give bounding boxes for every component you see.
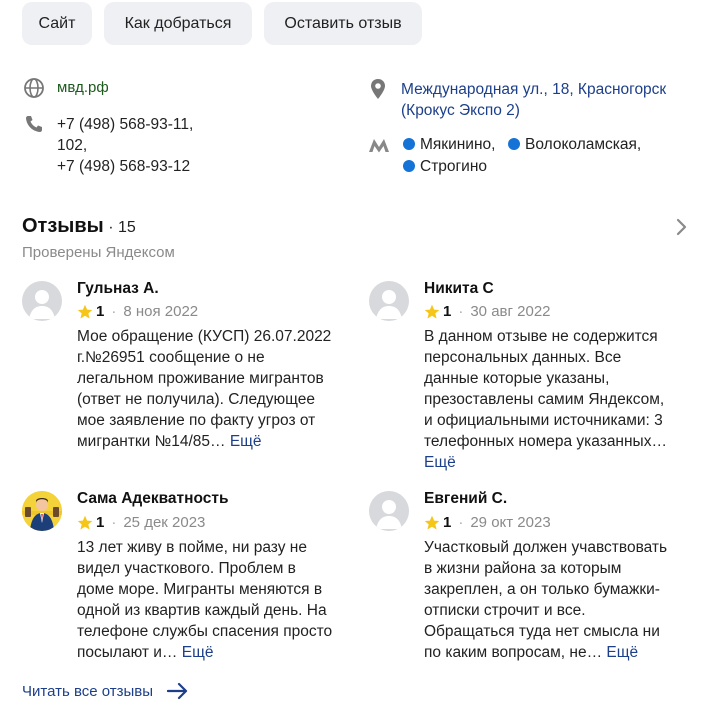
review-author[interactable]: Сама Адекватность — [77, 490, 229, 508]
review-author[interactable]: Евгений С. — [424, 490, 507, 508]
metro-line-dot — [403, 160, 415, 172]
review-author[interactable]: Никита С — [424, 280, 494, 298]
user-avatar-image — [22, 491, 62, 531]
reviews-verified-note: Проверены Яндексом — [22, 244, 175, 261]
review-date: 30 авг 2022 — [470, 303, 551, 320]
rating-separator: · — [458, 514, 464, 531]
star-icon — [77, 304, 93, 318]
read-all-reviews-link[interactable]: Читать все отзывы — [22, 682, 189, 700]
star-icon — [77, 515, 93, 529]
avatar — [369, 491, 409, 531]
metro-station-2: Волоколамская, — [508, 134, 641, 155]
review-more-link[interactable]: Ещё — [182, 644, 214, 661]
route-button[interactable]: Как добраться — [104, 2, 252, 45]
phone-extension: 102, — [57, 137, 88, 154]
review-rating: 1 · 25 дек 2023 — [77, 514, 205, 531]
website-link[interactable]: мвд.рф — [57, 79, 109, 96]
metro-line-dot — [403, 138, 415, 150]
address-line[interactable]: Международная ул., 18, Красногорск — [401, 79, 666, 100]
avatar — [22, 491, 62, 531]
location-pin-icon — [371, 79, 385, 99]
phone-number-1[interactable]: +7 (498) 568-93-11, — [57, 114, 193, 135]
metro-station-3: Строгино — [403, 156, 487, 177]
review-rating: 1 · 29 окт 2023 — [424, 514, 551, 531]
reviews-heading[interactable]: Отзывы · 15 — [22, 215, 136, 238]
review-date: 29 окт 2023 — [470, 514, 551, 531]
review-rating: 1 · 8 ноя 2022 — [77, 303, 198, 320]
user-placeholder-icon — [376, 290, 402, 319]
address-landmark[interactable]: (Крокус Экспо 2) — [401, 100, 520, 121]
phone-number-2[interactable]: +7 (498) 568-93-12 — [57, 156, 190, 177]
star-icon — [424, 304, 440, 318]
rating-separator: · — [111, 303, 117, 320]
read-all-label: Читать все отзывы — [22, 682, 154, 700]
rating-separator: · — [111, 514, 117, 531]
review-text: Мое обращение (КУСП) 26.07.2022 г.№26951… — [77, 328, 332, 450]
review-more-link[interactable]: Ещё — [230, 433, 262, 450]
review-date: 25 дек 2023 — [123, 514, 206, 531]
review-text: В данном отзыве не содержится персональн… — [424, 328, 667, 471]
rating-value: 1 — [443, 303, 452, 320]
avatar — [22, 281, 62, 321]
arrow-right-icon — [167, 682, 188, 700]
review-date: 8 ноя 2022 — [123, 303, 199, 320]
rating-value: 1 — [443, 514, 452, 531]
globe-icon — [24, 78, 44, 98]
phone-icon — [26, 116, 42, 132]
user-placeholder-icon — [376, 500, 402, 529]
avatar — [369, 281, 409, 321]
metro-icon — [369, 139, 389, 153]
review-author[interactable]: Гульназ А. — [77, 280, 159, 298]
review-text: Участковый должен учавствовать в жизни р… — [424, 539, 668, 661]
rating-value: 1 — [96, 303, 105, 320]
review-rating: 1 · 30 авг 2022 — [424, 303, 551, 320]
star-icon — [424, 515, 440, 529]
chevron-right-icon[interactable] — [675, 218, 689, 236]
review-text: 13 лет живу в пойме, ни разу не видел уч… — [77, 539, 333, 661]
rating-separator: · — [458, 303, 464, 320]
rating-value: 1 — [96, 514, 105, 531]
review-more-link[interactable]: Ещё — [606, 644, 638, 661]
site-button[interactable]: Сайт — [22, 2, 92, 45]
user-placeholder-icon — [29, 290, 55, 319]
metro-station-1: Мякинино, — [403, 134, 495, 155]
leave-review-button[interactable]: Оставить отзыв — [264, 2, 422, 45]
reviews-title: Отзывы — [22, 215, 104, 237]
review-more-link[interactable]: Ещё — [424, 454, 456, 471]
reviews-count: · 15 — [108, 219, 136, 236]
metro-line-dot — [508, 138, 520, 150]
